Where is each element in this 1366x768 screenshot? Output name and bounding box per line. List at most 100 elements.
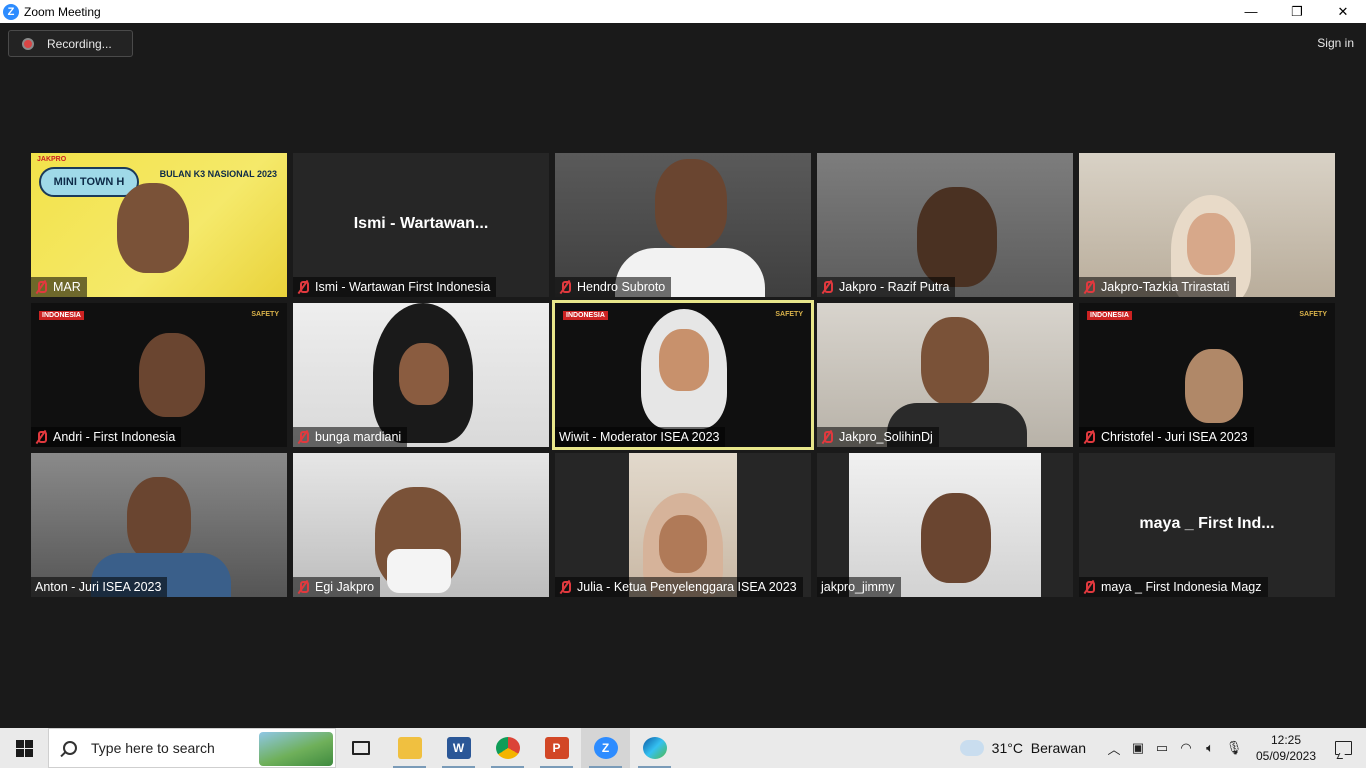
weather-widget[interactable]: 31°C Berawan <box>992 740 1086 756</box>
participant-face <box>127 477 191 561</box>
participant-name-tag: bunga mardiani <box>293 427 408 447</box>
mic-muted-icon <box>297 430 309 444</box>
zoom-app-icon: Z <box>3 3 19 20</box>
file-explorer-button[interactable] <box>385 728 434 768</box>
powerpoint-icon: P <box>544 737 569 759</box>
folder-icon <box>397 737 422 759</box>
participant-name: Julia - Ketua Penyelenggara ISEA 2023 <box>577 580 797 594</box>
participant-face <box>117 183 189 273</box>
participant-face <box>659 329 709 391</box>
participant-name: Anton - Juri ISEA 2023 <box>35 580 162 594</box>
participant-tile[interactable]: Jakpro - Razif Putra <box>817 153 1073 297</box>
sign-in-link[interactable]: Sign in <box>1317 36 1354 50</box>
participant-name: Jakpro-Tazkia Trirastati <box>1101 280 1230 294</box>
windows-taskbar: Type here to search W P Z 31°C Berawan ︿… <box>0 728 1366 768</box>
notification-icon <box>1334 741 1352 755</box>
edge-icon <box>642 737 667 759</box>
windows-logo-icon <box>15 739 33 757</box>
participant-tile[interactable]: Jakpro-Tazkia Trirastati <box>1079 153 1335 297</box>
participant-tile[interactable]: Jakpro_SolihinDj <box>817 303 1073 447</box>
word-button[interactable]: W <box>434 728 483 768</box>
participant-name: jakpro_jimmy <box>821 580 895 594</box>
task-view-button[interactable] <box>336 728 385 768</box>
participant-display-title: Ismi - Wartawan... <box>353 215 489 232</box>
participant-face <box>659 515 707 573</box>
participant-tile[interactable]: Julia - Ketua Penyelenggara ISEA 2023 <box>555 453 811 597</box>
participant-tile[interactable]: INDONESIA SAFETY Andri - First Indonesia <box>31 303 287 447</box>
meet-now-icon[interactable]: ▣ <box>1126 728 1150 768</box>
participant-tile[interactable]: bunga mardiani <box>293 303 549 447</box>
participant-tile[interactable]: Hendro Subroto <box>555 153 811 297</box>
volume-icon[interactable]: 🔈︎ <box>1198 728 1222 768</box>
mic-muted-icon <box>35 430 47 444</box>
window-title: Zoom Meeting <box>24 4 101 19</box>
recording-indicator[interactable]: Recording... <box>8 30 133 57</box>
event-banner: MINI TOWN H <box>39 167 139 197</box>
maximize-button[interactable]: ❐ <box>1274 0 1320 23</box>
notification-center-button[interactable] <box>1320 728 1366 768</box>
video-feed: INDONESIA SAFETY <box>1079 303 1335 447</box>
chrome-icon <box>495 737 520 759</box>
zoom-icon: Z <box>593 737 618 759</box>
media-logo: INDONESIA <box>39 311 84 320</box>
close-button[interactable]: ✕ <box>1320 0 1366 23</box>
start-button[interactable] <box>0 728 48 768</box>
edge-button[interactable] <box>630 728 679 768</box>
video-feed <box>817 153 1073 297</box>
participant-face <box>1187 213 1235 275</box>
participant-name-tag: Anton - Juri ISEA 2023 <box>31 577 168 597</box>
participant-face <box>921 317 989 405</box>
participant-tile[interactable]: maya _ First Ind... maya _ First Indones… <box>1079 453 1335 597</box>
safety-logo: SAFETY <box>1299 311 1327 318</box>
participant-name-tag: Egi Jakpro <box>293 577 381 597</box>
window-controls: — ❐ ✕ <box>1228 0 1366 23</box>
window-titlebar: Z Zoom Meeting — ❐ ✕ <box>0 0 1366 23</box>
participant-name: Christofel - Juri ISEA 2023 <box>1101 430 1248 444</box>
participant-tile[interactable]: jakpro_jimmy <box>817 453 1073 597</box>
chevron-up-icon[interactable]: ︿ <box>1102 728 1126 768</box>
media-logo: INDONESIA <box>563 311 608 320</box>
video-feed: JAKPRO MINI TOWN H BULAN K3 NASIONAL 202… <box>31 153 287 297</box>
search-placeholder: Type here to search <box>91 740 215 756</box>
microphone-icon[interactable]: 🎙︎ <box>1222 728 1246 768</box>
minimize-button[interactable]: — <box>1228 0 1274 23</box>
participant-name: maya _ First Indonesia Magz <box>1101 580 1262 594</box>
video-feed <box>293 303 549 447</box>
participant-tile[interactable]: INDONESIA SAFETY Christofel - Juri ISEA … <box>1079 303 1335 447</box>
wifi-icon[interactable]: ◠ <box>1174 728 1198 768</box>
zoom-taskbar-button[interactable]: Z <box>581 728 630 768</box>
safety-logo: SAFETY <box>775 311 803 318</box>
participant-tile[interactable]: Ismi - Wartawan... Ismi - Wartawan First… <box>293 153 549 297</box>
participant-face <box>139 333 205 417</box>
mic-muted-icon <box>1083 430 1095 444</box>
participant-name-tag: Jakpro - Razif Putra <box>817 277 956 297</box>
mic-muted-icon <box>1083 580 1095 594</box>
participant-name-tag: Jakpro-Tazkia Trirastati <box>1079 277 1236 297</box>
participant-tile[interactable]: Egi Jakpro <box>293 453 549 597</box>
participant-name: Egi Jakpro <box>315 580 375 594</box>
participant-name-tag: Jakpro_SolihinDj <box>817 427 939 447</box>
meeting-topbar: Recording... Sign in <box>0 23 1366 63</box>
video-feed: INDONESIA SAFETY <box>555 303 811 447</box>
video-feed: INDONESIA SAFETY <box>31 303 287 447</box>
participant-tile[interactable]: JAKPRO MINI TOWN H BULAN K3 NASIONAL 202… <box>31 153 287 297</box>
battery-icon[interactable]: ▭ <box>1150 728 1174 768</box>
powerpoint-button[interactable]: P <box>532 728 581 768</box>
participant-name: Andri - First Indonesia <box>53 430 176 444</box>
record-icon <box>22 37 34 50</box>
chrome-button[interactable] <box>483 728 532 768</box>
jakpro-logo: JAKPRO <box>37 156 67 163</box>
search-icon <box>63 741 77 755</box>
participant-tile-active-speaker[interactable]: INDONESIA SAFETY Wiwit - Moderator ISEA … <box>552 300 814 450</box>
word-icon: W <box>446 737 471 759</box>
safety-logo: SAFETY <box>251 311 279 318</box>
participant-tile[interactable]: Anton - Juri ISEA 2023 <box>31 453 287 597</box>
taskbar-search-box[interactable]: Type here to search <box>48 728 336 768</box>
system-tray: 31°C Berawan ︿ ▣ ▭ ◠ 🔈︎ 🎙︎ 12:25 05/09/2… <box>959 728 1366 768</box>
clock-date: 05/09/2023 <box>1255 749 1317 763</box>
cloudy-weather-icon[interactable] <box>959 735 984 756</box>
clock[interactable]: 12:25 05/09/2023 <box>1252 732 1320 764</box>
task-view-icon <box>351 741 370 755</box>
participant-name-tag: Ismi - Wartawan First Indonesia <box>293 277 497 297</box>
face-mask <box>387 549 451 593</box>
